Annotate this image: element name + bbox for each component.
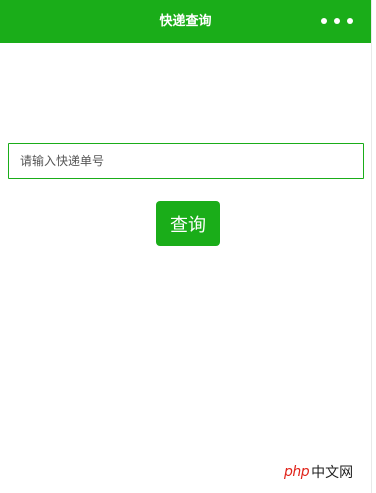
chinese-site-text: 中文网 xyxy=(311,465,354,481)
php-logo-text: php xyxy=(284,464,310,480)
tracking-number-input[interactable] xyxy=(8,143,364,179)
more-dots-icon xyxy=(321,18,327,24)
query-button[interactable]: 查询 xyxy=(156,201,220,246)
mini-program-page: 快递查询 查询 xyxy=(0,0,372,493)
more-menu-button[interactable] xyxy=(321,14,353,28)
navigation-bar: 快递查询 xyxy=(0,0,371,43)
page-title: 快递查询 xyxy=(159,14,212,29)
more-dots-icon xyxy=(334,18,340,24)
site-watermark: php 中文网 xyxy=(284,460,353,484)
more-dots-icon xyxy=(347,18,353,24)
